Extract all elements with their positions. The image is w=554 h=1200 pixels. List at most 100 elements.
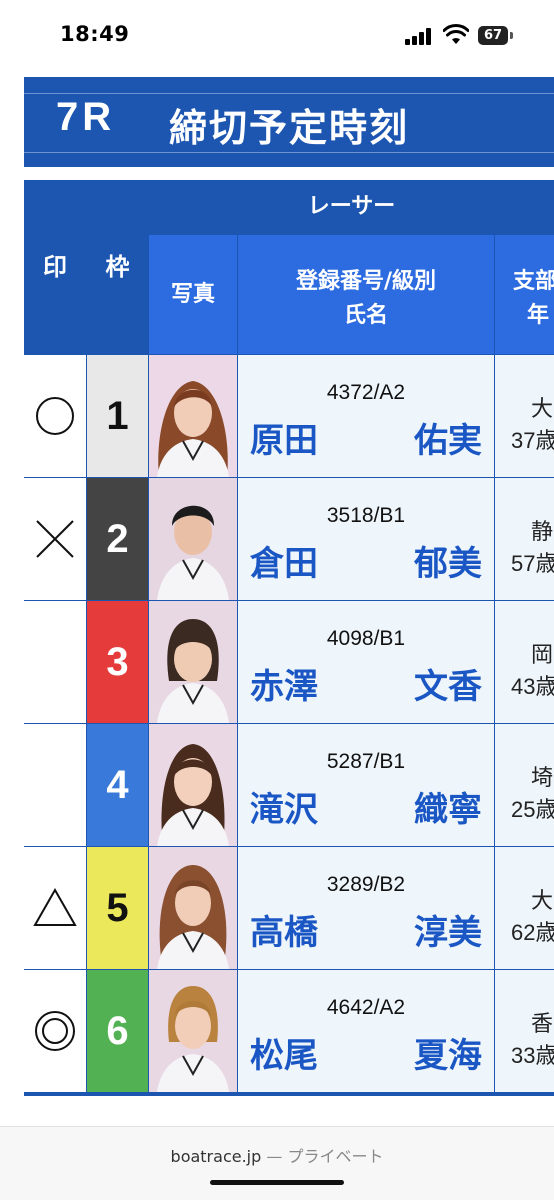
racer-age: 25歳: [511, 797, 554, 822]
frame-number: 5: [87, 847, 148, 969]
prediction-mark-cell: [24, 847, 86, 969]
header-branch-line2: 年: [527, 303, 550, 328]
racer-photo[interactable]: [149, 355, 237, 477]
branch-age-cell: 岡 43歳: [495, 601, 554, 723]
racer-info-cell: 4642/A2 松尾 夏海: [238, 970, 494, 1092]
racer-surname: 倉田: [250, 544, 318, 584]
racer-row: 5 3289/B2 高橋 淳美 大 62歳: [24, 847, 554, 969]
race-deadline-title: 締切予定時刻: [169, 106, 410, 150]
frame-number: 6: [87, 970, 148, 1092]
branch-age-cell: 香 33歳: [495, 970, 554, 1092]
racer-row: 2 3518/B1 倉田 郁美 静 57歳: [24, 478, 554, 600]
racer-name-link[interactable]: 松尾 夏海: [250, 1028, 482, 1076]
racer-name-link[interactable]: 赤澤 文香: [250, 659, 482, 707]
racer-branch: 大: [531, 397, 554, 422]
racer-info-cell: 5287/B1 滝沢 織寧: [238, 724, 494, 846]
racer-given-name: 淳美: [414, 913, 482, 953]
racer-photo[interactable]: [149, 724, 237, 846]
prediction-mark-cell: [24, 970, 86, 1092]
circle-mark-icon: [36, 397, 74, 435]
racer-photo[interactable]: [149, 601, 237, 723]
registration-class: 5287/B1: [326, 750, 406, 773]
racer-name-link[interactable]: 高橋 淳美: [250, 905, 482, 953]
racer-info-cell: 4098/B1 赤澤 文香: [238, 601, 494, 723]
racer-row: 4 5287/B1 滝沢 織寧 埼 25歳: [24, 724, 554, 846]
racer-photo[interactable]: [149, 970, 237, 1092]
header-branch-line1: 支部: [513, 269, 554, 294]
racer-photo[interactable]: [149, 478, 237, 600]
prediction-mark-cell: [24, 724, 86, 846]
racer-given-name: 郁美: [414, 544, 482, 584]
cellular-signal-icon: [405, 27, 435, 45]
race-number: 7R: [56, 95, 116, 139]
racer-age: 43歳: [511, 674, 554, 699]
double-circle-mark-icon: [35, 1011, 75, 1051]
header-frame: 枠: [87, 180, 148, 354]
racer-name-link[interactable]: 滝沢 織寧: [250, 782, 482, 830]
racer-surname: 高橋: [250, 913, 318, 953]
entry-table: 印 枠 レーサー 写真 登録番号/級別 氏名 支部 年 1 4372/A2 原田…: [24, 180, 554, 1096]
prediction-mark-cell: [24, 478, 86, 600]
racer-branch: 大: [531, 889, 554, 914]
racer-given-name: 織寧: [414, 790, 482, 830]
url-display[interactable]: boatrace.jp — プライベート: [0, 1143, 554, 1167]
frame-number: 4: [87, 724, 148, 846]
racer-row: 1 4372/A2 原田 佑実 大 37歳: [24, 355, 554, 477]
branch-age-cell: 大 37歳: [495, 355, 554, 477]
triangle-mark-icon: [33, 887, 77, 926]
racer-branch: 埼: [531, 766, 554, 791]
prediction-mark-cell: [24, 601, 86, 723]
racer-age: 57歳: [511, 551, 554, 576]
header-racer: レーサー: [149, 180, 554, 234]
battery-icon: 67: [478, 26, 508, 45]
header-registration-line2: 氏名: [343, 303, 388, 328]
race-header: 7R 締切予定時刻: [24, 77, 554, 167]
prediction-mark-cell: [24, 355, 86, 477]
private-mode-label: — プライベート: [266, 1147, 384, 1166]
header-branch: 支部 年: [495, 235, 554, 354]
header-registration-line1: 登録番号/級別: [295, 269, 437, 294]
racer-photo[interactable]: [149, 847, 237, 969]
racer-portrait-image: [149, 355, 237, 477]
racer-given-name: 夏海: [414, 1036, 482, 1076]
registration-class: 3289/B2: [326, 873, 406, 896]
racer-branch: 静: [531, 520, 554, 545]
racer-branch: 岡: [531, 643, 554, 668]
header-mark: 印: [24, 180, 86, 354]
racer-row: 6 4642/A2 松尾 夏海 香 33歳: [24, 970, 554, 1092]
racer-branch: 香: [531, 1012, 554, 1037]
racer-portrait-image: [149, 724, 237, 846]
cross-mark-icon: [36, 520, 74, 558]
url-domain: boatrace.jp: [170, 1147, 262, 1166]
header-registration: 登録番号/級別 氏名: [238, 235, 494, 354]
racer-age: 37歳: [511, 428, 554, 453]
frame-number: 1: [87, 355, 148, 477]
branch-age-cell: 埼 25歳: [495, 724, 554, 846]
browser-url-bar[interactable]: boatrace.jp — プライベート: [0, 1126, 554, 1200]
branch-age-cell: 大 62歳: [495, 847, 554, 969]
racer-info-cell: 3518/B1 倉田 郁美: [238, 478, 494, 600]
registration-class: 3518/B1: [326, 504, 406, 527]
racer-name-link[interactable]: 原田 佑実: [250, 413, 482, 461]
racer-info-cell: 3289/B2 高橋 淳美: [238, 847, 494, 969]
racer-given-name: 文香: [414, 667, 482, 707]
racer-surname: 原田: [250, 421, 318, 461]
racer-age: 62歳: [511, 920, 554, 945]
racer-age: 33歳: [511, 1043, 554, 1068]
branch-age-cell: 静 57歳: [495, 478, 554, 600]
racer-surname: 赤澤: [250, 667, 318, 707]
home-indicator[interactable]: [210, 1180, 344, 1185]
racer-name-link[interactable]: 倉田 郁美: [250, 536, 482, 584]
battery-tip: [510, 32, 513, 39]
header-photo: 写真: [149, 235, 237, 354]
frame-number: 2: [87, 478, 148, 600]
racer-portrait-image: [149, 478, 237, 600]
racer-info-cell: 4372/A2 原田 佑実: [238, 355, 494, 477]
wifi-icon: [443, 24, 469, 44]
status-time: 18:49: [60, 22, 130, 46]
racer-portrait-image: [149, 970, 237, 1092]
registration-class: 4098/B1: [326, 627, 406, 650]
registration-class: 4642/A2: [326, 996, 406, 1019]
racer-portrait-image: [149, 847, 237, 969]
frame-number: 3: [87, 601, 148, 723]
